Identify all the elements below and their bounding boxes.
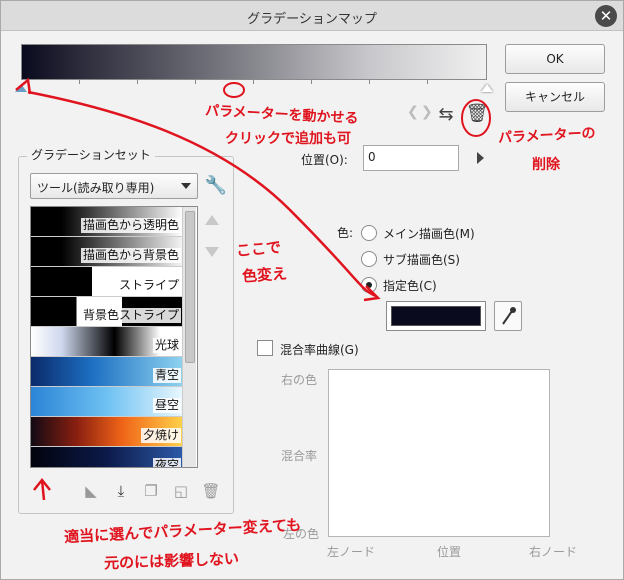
dialog-title: グラデーションマップ [247, 12, 377, 27]
gradient-preview[interactable] [21, 44, 487, 80]
gradient-set-select-value: ツール(読み取り専用) [37, 181, 155, 195]
gradient-set-title: グラデーションセット [27, 146, 155, 163]
color-swatch [391, 306, 481, 326]
chevron-right-icon[interactable]: ❯ [421, 104, 433, 120]
eyedropper-button[interactable] [494, 301, 522, 331]
gradient-map-dialog: グラデーションマップ ✕ OK キャンセル ❮ ❯ ⇆ 🗑 位置(O): 0 色… [0, 0, 624, 580]
ok-button[interactable]: OK [505, 44, 605, 74]
position-label: 位置(O): [301, 153, 348, 167]
move-down-icon[interactable] [205, 247, 219, 257]
chevron-left-icon[interactable]: ❮ [407, 104, 419, 120]
chevron-down-icon [181, 183, 191, 189]
move-up-icon[interactable] [205, 215, 219, 225]
annotation-color-line-2: 色変え [241, 264, 288, 286]
radio-main-color-circle[interactable] [361, 225, 377, 241]
radio-sub-color-circle[interactable] [361, 251, 377, 267]
list-item[interactable]: 背景色ストライプ [31, 297, 183, 327]
gradient-list-scrollbar[interactable] [182, 207, 196, 467]
close-icon: ✕ [599, 7, 613, 25]
position-input[interactable]: 0 [363, 145, 459, 171]
list-item[interactable]: 夜空 [31, 447, 183, 467]
gradient-node-left[interactable] [15, 84, 27, 92]
flip-icon[interactable]: ⇆ [433, 102, 459, 128]
color-swatch-button[interactable] [386, 301, 486, 331]
radio-specified-color-circle[interactable] [361, 277, 377, 293]
radio-sub-color[interactable]: サブ描画色(S) [361, 250, 460, 268]
import-icon[interactable]: ⤓ [111, 481, 131, 501]
position-next-icon[interactable] [477, 152, 484, 164]
title-bar: グラデーションマップ ✕ [1, 1, 623, 31]
duplicate-icon[interactable]: ❐ [141, 481, 161, 501]
new-set-icon[interactable]: ◱ [171, 481, 191, 501]
annotation-delete-line-2: 削除 [532, 157, 560, 173]
gradient-node-track[interactable] [15, 80, 493, 92]
gradient-list[interactable]: 描画色から透明色 描画色から背景色 ストライプ 背景色ストライプ 光球 青空 昼… [30, 206, 198, 468]
list-item[interactable]: 光球 [31, 327, 183, 357]
add-gradient-icon[interactable]: ◣ [81, 481, 101, 501]
gradient-node-right[interactable] [481, 84, 493, 92]
gradient-set-select[interactable]: ツール(読み取り専用) [30, 173, 198, 199]
blend-curve-label: 混合率曲線(G) [280, 343, 359, 357]
list-item[interactable]: 昼空 [31, 387, 183, 417]
list-item[interactable]: 夕焼け [31, 417, 183, 447]
eyedropper-icon [502, 307, 516, 325]
scroll-thumb[interactable] [185, 211, 195, 363]
list-item[interactable]: ストライプ [31, 267, 183, 297]
radio-main-color-label: メイン描画色(M) [383, 226, 475, 241]
curve-x-right: 右ノード [529, 545, 578, 559]
radio-main-color[interactable]: メイン描画色(M) [361, 224, 475, 242]
annotation-move-line-2: クリックで追加も可 [225, 131, 351, 147]
blend-curve-checkbox[interactable] [257, 340, 273, 356]
curve-x-left: 左ノード [327, 545, 376, 559]
list-item[interactable]: 描画色から背景色 [31, 237, 183, 267]
cancel-button[interactable]: キャンセル [505, 82, 605, 112]
blend-curve-graph[interactable] [328, 369, 550, 537]
curve-y-mid: 混合率 [281, 449, 318, 463]
radio-sub-color-label: サブ描画色(S) [383, 252, 460, 267]
list-item[interactable]: 青空 [31, 357, 183, 387]
radio-specified-color-label: 指定色(C) [383, 278, 437, 293]
annotation-color-line-1: ここで [235, 238, 282, 260]
curve-y-top: 右の色 [281, 373, 318, 387]
list-item[interactable]: 描画色から透明色 [31, 207, 183, 237]
radio-specified-color[interactable]: 指定色(C) [361, 276, 437, 294]
curve-x-mid: 位置 [437, 545, 462, 559]
wrench-icon[interactable]: 🔧 [203, 173, 229, 199]
trash-icon[interactable]: 🗑 [464, 101, 490, 127]
trash-icon[interactable]: 🗑 [201, 481, 221, 501]
color-label: 色: [337, 226, 354, 240]
close-button[interactable]: ✕ [595, 5, 617, 27]
